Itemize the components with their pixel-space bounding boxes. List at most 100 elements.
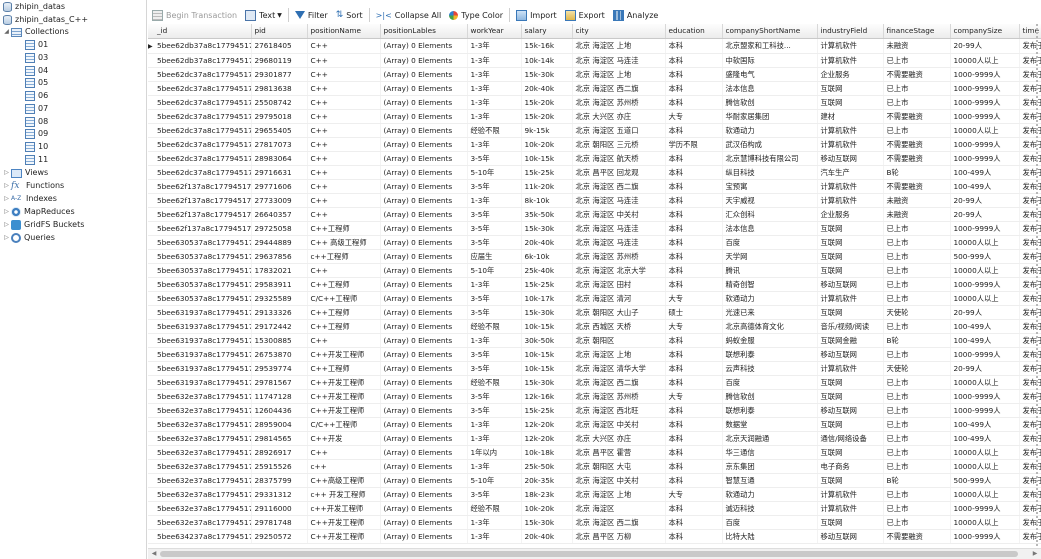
table-cell[interactable]: 经验不限	[467, 123, 522, 138]
table-cell[interactable]: 5bee632e37a8c17794517	[154, 515, 252, 530]
table-cell[interactable]: 25915526	[251, 459, 308, 474]
table-cell[interactable]: C++开发工程师	[307, 375, 381, 390]
tree-collection-item[interactable]: 04	[24, 65, 48, 77]
table-cell[interactable]: 应届生	[467, 249, 522, 264]
table-cell[interactable]: 20k-35k	[521, 473, 573, 488]
table-cell[interactable]: 纵目科技	[722, 165, 818, 180]
table-cell[interactable]: 10k-15k	[521, 151, 573, 166]
table-cell[interactable]: 5bee632e37a8c17794517	[154, 473, 252, 488]
table-cell[interactable]: 26753870	[251, 347, 308, 362]
table-cell[interactable]: 11747128	[251, 389, 308, 404]
table-cell[interactable]: 29116000	[251, 501, 308, 516]
table-cell[interactable]: 北京 海淀区 中关村	[572, 473, 666, 488]
table-cell[interactable]: 10000人以上	[950, 123, 1020, 138]
table-cell[interactable]: 已上市	[883, 221, 951, 236]
expand-arrow-icon[interactable]: ▷	[3, 193, 10, 205]
table-cell[interactable]: C++	[307, 67, 381, 82]
table-cell[interactable]: (Array) 0 Elements	[380, 445, 468, 460]
table-cell[interactable]: 10k-14k	[521, 53, 573, 68]
table-cell[interactable]: 1-3年	[467, 193, 522, 208]
table-cell[interactable]: 28983064	[251, 151, 308, 166]
table-cell[interactable]: 29680119	[251, 53, 308, 68]
table-cell[interactable]: 智慧互通	[722, 473, 818, 488]
table-cell[interactable]: 29637856	[251, 249, 308, 264]
table-cell[interactable]: C++工程师	[307, 221, 381, 236]
table-cell[interactable]: 北京 昌平区 霍营	[572, 445, 666, 460]
table-cell[interactable]: 大专	[665, 389, 723, 404]
table-cell[interactable]: 计算机软件	[817, 361, 884, 376]
table-cell[interactable]: 本科	[665, 501, 723, 516]
table-cell[interactable]: C++开发工程师	[307, 529, 381, 544]
table-cell[interactable]: (Array) 0 Elements	[380, 291, 468, 306]
table-cell[interactable]: 20-99人	[950, 207, 1020, 222]
table-row[interactable]: 5bee634237a8c17794517 29250572 C++开发工程师 (Ar…	[148, 529, 1041, 544]
table-cell[interactable]: (Array) 0 Elements	[380, 529, 468, 544]
table-cell[interactable]: 已上市	[883, 389, 951, 404]
table-cell[interactable]: (Array) 0 Elements	[380, 487, 468, 502]
table-cell[interactable]: C++	[307, 333, 381, 348]
table-cell[interactable]: c++ 开发工程师	[307, 487, 381, 502]
table-cell[interactable]: 100-499人	[950, 179, 1020, 194]
table-cell[interactable]: 腾讯	[722, 263, 818, 278]
table-cell[interactable]: 1000-9999人	[950, 221, 1020, 236]
table-cell[interactable]: 3-5年	[467, 389, 522, 404]
table-cell[interactable]: 计算机软件	[817, 501, 884, 516]
sort-button[interactable]: ⇅ Sort	[332, 6, 367, 24]
table-cell[interactable]: 5-10年	[467, 263, 522, 278]
table-cell[interactable]: 10k-18k	[521, 445, 573, 460]
table-cell[interactable]: (Array) 0 Elements	[380, 151, 468, 166]
table-cell[interactable]: 本科	[665, 53, 723, 68]
table-cell[interactable]: 1-3年	[467, 459, 522, 474]
table-cell[interactable]: (Array) 0 Elements	[380, 375, 468, 390]
table-row[interactable]: 5bee62dc37a8c17794517 25508742 C++ (Array) …	[148, 95, 1041, 110]
table-cell[interactable]: 9k-15k	[521, 123, 573, 138]
table-cell[interactable]: 5bee62dc37a8c17794517	[154, 67, 252, 82]
table-cell[interactable]: 电子商务	[817, 459, 884, 474]
table-cell[interactable]: C++工程师	[307, 305, 381, 320]
table-cell[interactable]: 1-3年	[467, 417, 522, 432]
table-cell[interactable]: 1年以内	[467, 445, 522, 460]
table-cell[interactable]: 5bee632e37a8c17794517	[154, 417, 252, 432]
table-cell[interactable]: (Array) 0 Elements	[380, 389, 468, 404]
table-cell[interactable]: 29781567	[251, 375, 308, 390]
table-cell[interactable]: 12k-16k	[521, 389, 573, 404]
table-cell[interactable]: 北京 海淀区 上地	[572, 487, 666, 502]
table-cell[interactable]: (Array) 0 Elements	[380, 305, 468, 320]
table-cell[interactable]: C++开发工程师	[307, 347, 381, 362]
table-cell[interactable]: C++	[307, 109, 381, 124]
table-cell[interactable]: 本科	[665, 95, 723, 110]
table-cell[interactable]: 北京慧博科技有限公司	[722, 151, 818, 166]
table-cell[interactable]: c++开发工程师	[307, 501, 381, 516]
table-cell[interactable]: (Array) 0 Elements	[380, 473, 468, 488]
table-cell[interactable]: 5bee62f137a8c17794517	[154, 221, 252, 236]
table-cell[interactable]: (Array) 0 Elements	[380, 515, 468, 530]
table-cell[interactable]: C++工程师	[307, 319, 381, 334]
table-cell[interactable]: 1000-9999人	[950, 95, 1020, 110]
table-cell[interactable]: C++	[307, 81, 381, 96]
table-cell[interactable]: (Array) 0 Elements	[380, 67, 468, 82]
table-cell[interactable]: 20-99人	[950, 38, 1020, 54]
table-cell[interactable]: (Array) 0 Elements	[380, 95, 468, 110]
table-cell[interactable]: 北京 昌平区 回龙观	[572, 165, 666, 180]
table-cell[interactable]: C++高级工程师	[307, 473, 381, 488]
table-cell[interactable]: 5bee62f137a8c17794517	[154, 193, 252, 208]
table-cell[interactable]: 本科	[665, 515, 723, 530]
column-header-positionname[interactable]: positionName	[307, 24, 381, 39]
table-cell[interactable]: 本科	[665, 277, 723, 292]
table-cell[interactable]: 已上市	[883, 347, 951, 362]
table-cell[interactable]: C++	[307, 151, 381, 166]
table-cell[interactable]: 3-5年	[467, 179, 522, 194]
table-cell[interactable]: 计算机软件	[817, 38, 884, 54]
table-cell[interactable]: 通信/网络设备	[817, 431, 884, 446]
table-cell[interactable]: C++	[307, 95, 381, 110]
tree-collections-node[interactable]: ◢ Collections	[3, 26, 69, 38]
table-cell[interactable]: 1-3年	[467, 515, 522, 530]
table-cell[interactable]: 已上市	[883, 263, 951, 278]
filter-button[interactable]: Filter	[291, 6, 332, 24]
table-row[interactable]: 5bee632e37a8c17794517 12604436 C++开发工程师 (Ar…	[148, 403, 1041, 418]
table-cell[interactable]: 10k-15k	[521, 347, 573, 362]
table-cell[interactable]: 5bee632e37a8c17794517	[154, 459, 252, 474]
table-cell[interactable]: 本科	[665, 151, 723, 166]
table-row[interactable]: 5bee62dc37a8c17794517 28983064 C++ (Array) …	[148, 151, 1041, 166]
table-cell[interactable]: 1000-9999人	[950, 81, 1020, 96]
